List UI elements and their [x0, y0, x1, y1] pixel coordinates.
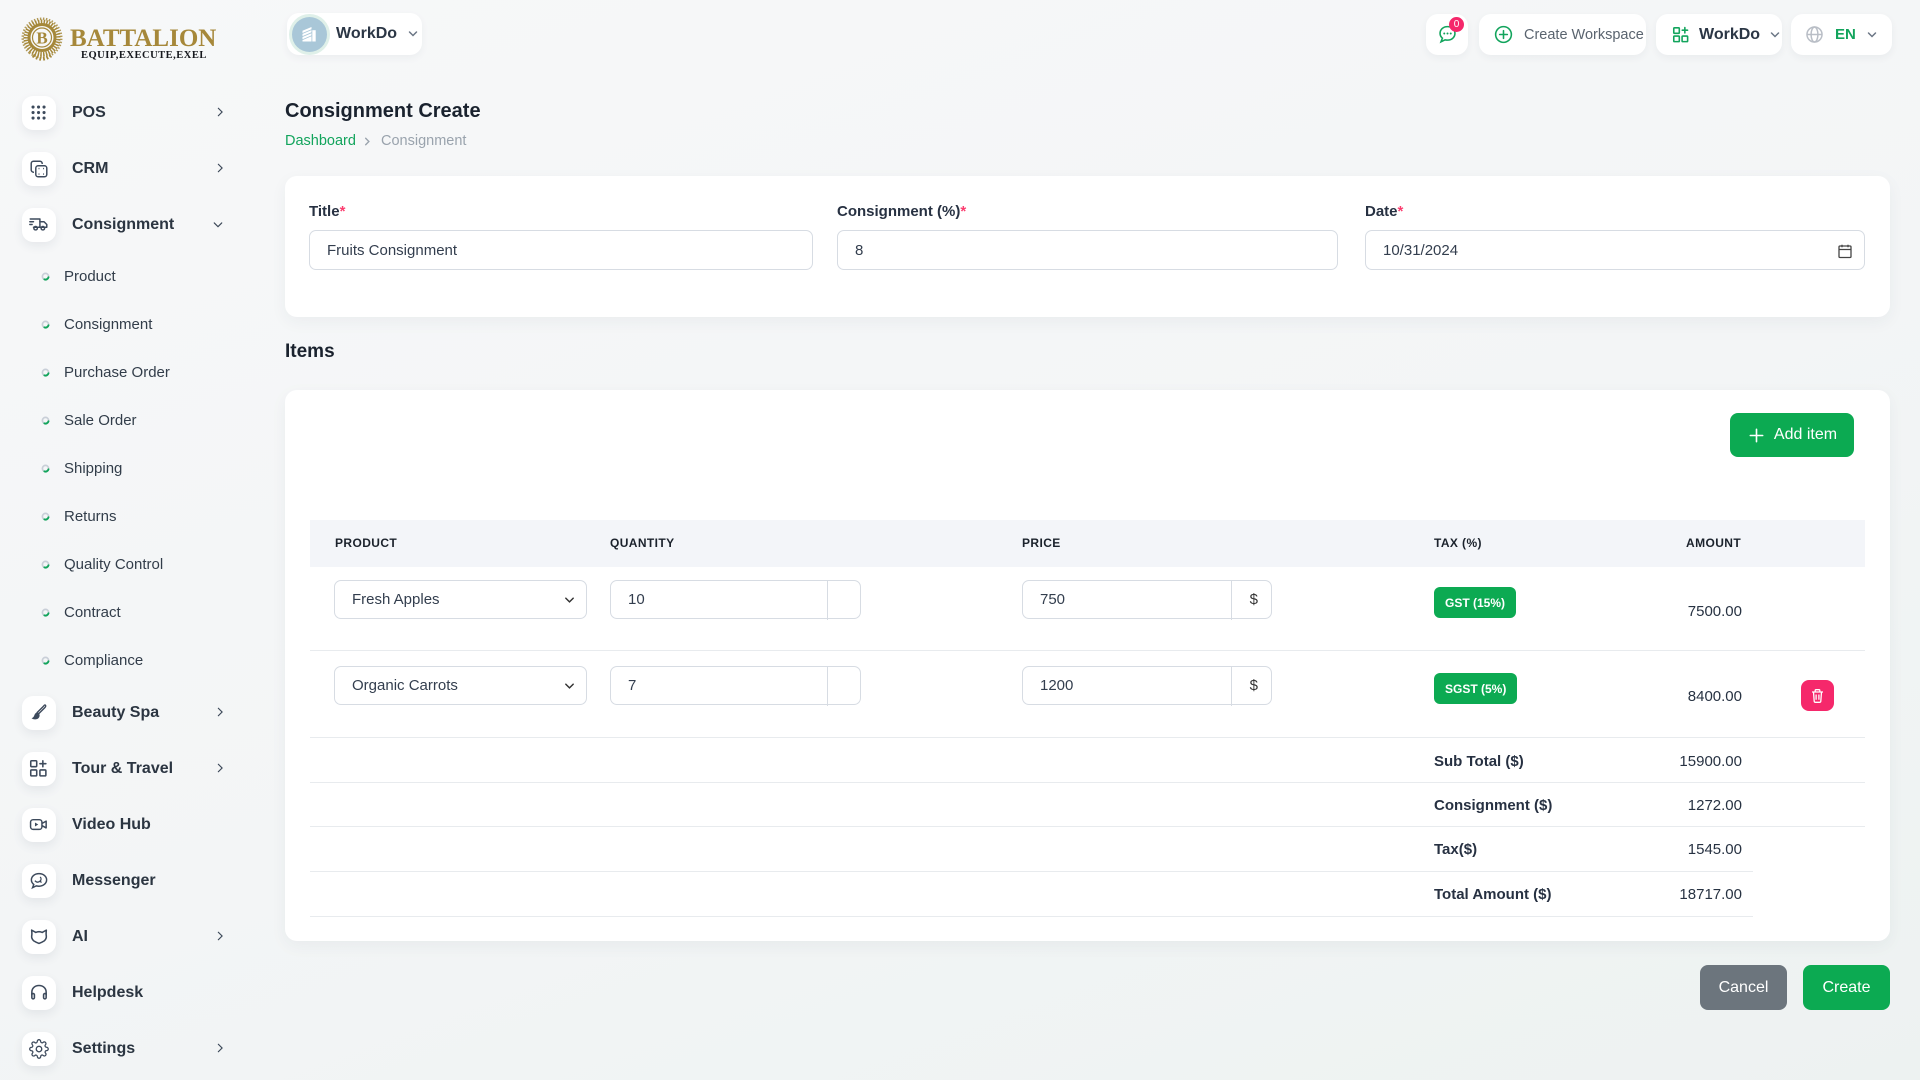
- svg-text:B: B: [36, 29, 47, 48]
